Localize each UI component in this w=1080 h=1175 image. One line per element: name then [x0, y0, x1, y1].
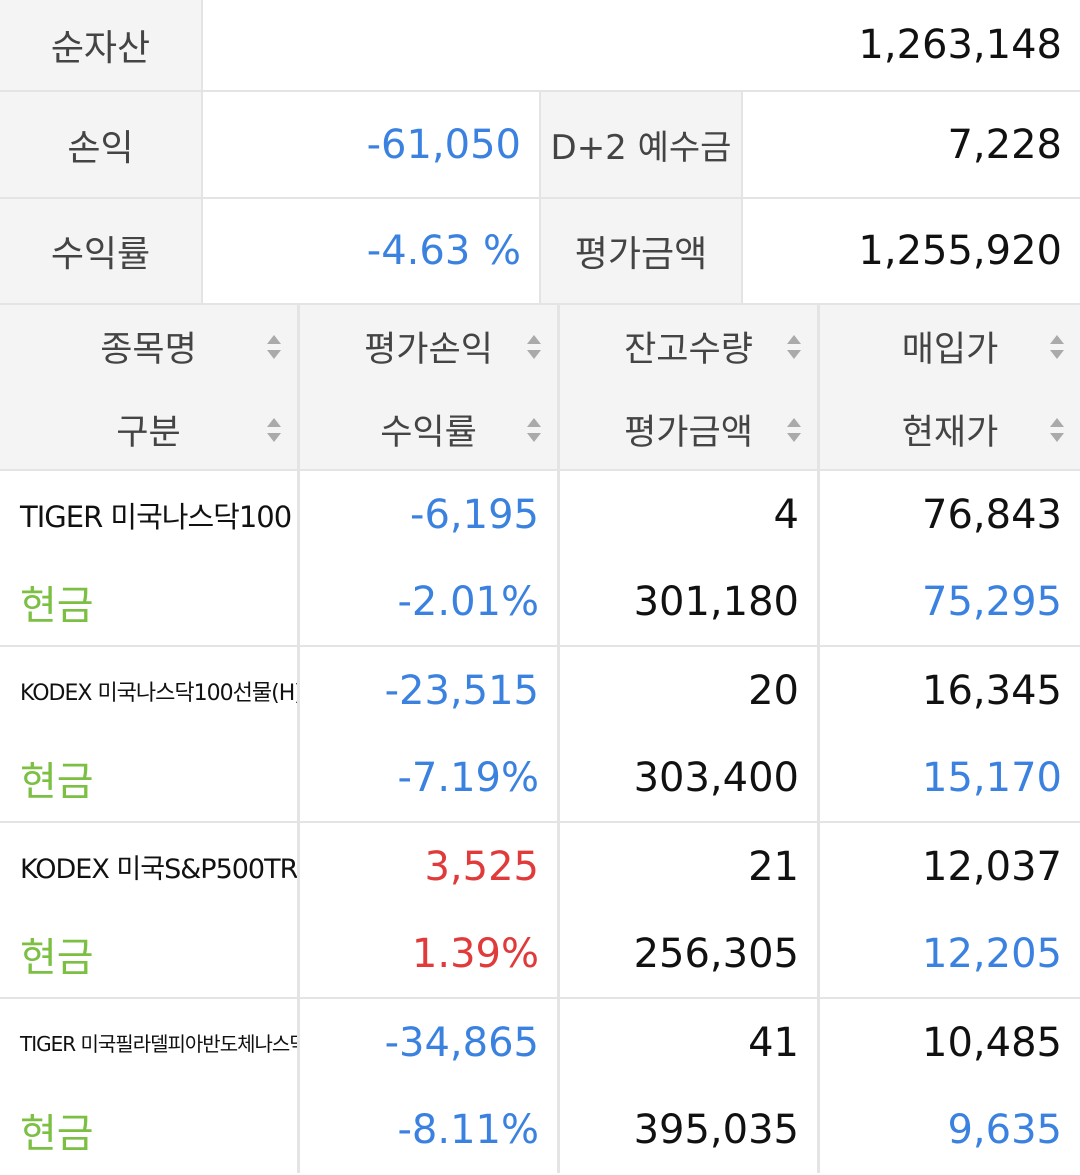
header-eval-pl[interactable]: 평가손익 — [300, 305, 557, 388]
header-return-rate[interactable]: 수익률 — [300, 388, 557, 471]
row-price-col: 12,037 12,205 — [820, 823, 1080, 997]
type-tag: 현금 — [20, 1110, 94, 1157]
header-type[interactable]: 구분 — [0, 388, 297, 471]
row-qty-col: 21 256,305 — [560, 823, 820, 997]
quantity: 21 — [748, 843, 799, 890]
row-pl-col: -34,865 -8.11% — [300, 999, 560, 1173]
type-tag: 현금 — [20, 934, 94, 981]
net-assets-row: 순자산 1,263,148 — [0, 0, 1080, 92]
current-price: 12,205 — [922, 930, 1062, 977]
return-value: -4.63 % — [203, 199, 541, 305]
header-type-label: 구분 — [116, 413, 181, 453]
eval-amount: 256,305 — [633, 930, 799, 977]
deposit-label: D+2 예수금 — [541, 92, 743, 199]
header-name[interactable]: 종목명 — [0, 305, 297, 388]
row-price-col: 76,843 75,295 — [820, 471, 1080, 645]
type-tag: 현금 — [20, 758, 94, 805]
return-label: 수익률 — [0, 199, 203, 305]
buy-price: 10,485 — [922, 1019, 1062, 1066]
stock-name: KODEX 미국S&P500TR — [20, 854, 297, 885]
header-eval-amount[interactable]: 평가금액 — [560, 388, 817, 471]
table-row[interactable]: TIGER 미국필라델피아반도체나스닥 현금 -34,865 -8.11% 41… — [0, 999, 1080, 1175]
header-current-price[interactable]: 현재가 — [820, 388, 1080, 471]
sort-icon[interactable] — [267, 334, 281, 359]
row-price-col: 16,345 15,170 — [820, 647, 1080, 821]
table-row[interactable]: TIGER 미국나스닥100 현금 -6,195 -2.01% 4 301,18… — [0, 471, 1080, 647]
buy-price: 12,037 — [922, 843, 1062, 890]
return-rate: -7.19% — [397, 754, 539, 801]
row-name-col: KODEX 미국S&P500TR 현금 — [0, 823, 300, 997]
header-eval-amount-label: 평가금액 — [624, 413, 753, 453]
row-qty-col: 41 395,035 — [560, 999, 820, 1173]
sort-icon[interactable] — [787, 334, 801, 359]
header-name-label: 종목명 — [100, 330, 197, 370]
type-tag: 현금 — [20, 582, 94, 629]
row-name-col: TIGER 미국필라델피아반도체나스닥 현금 — [0, 999, 300, 1173]
current-price: 15,170 — [922, 754, 1062, 801]
row-qty-col: 4 301,180 — [560, 471, 820, 645]
sort-icon[interactable] — [1050, 334, 1064, 359]
stock-name: TIGER 미국나스닥100 — [20, 499, 292, 534]
eval-pl: -23,515 — [384, 667, 539, 714]
header-col-pl: 평가손익 수익률 — [300, 305, 560, 471]
header-quantity-label: 잔고수량 — [624, 330, 753, 370]
return-rate: -8.11% — [397, 1106, 539, 1153]
header-current-price-label: 현재가 — [901, 413, 999, 453]
buy-price: 16,345 — [922, 667, 1062, 714]
header-return-rate-label: 수익률 — [380, 413, 477, 453]
current-price: 75,295 — [922, 578, 1062, 625]
row-pl-col: 3,525 1.39% — [300, 823, 560, 997]
row-qty-col: 20 303,400 — [560, 647, 820, 821]
sort-icon[interactable] — [527, 417, 541, 442]
sort-icon[interactable] — [1050, 417, 1064, 442]
return-row: 수익률 -4.63 % 평가금액 1,255,920 — [0, 199, 1080, 305]
eval-amount: 301,180 — [633, 578, 799, 625]
quantity: 20 — [748, 667, 799, 714]
deposit-value: 7,228 — [743, 92, 1080, 199]
header-col-price: 매입가 현재가 — [820, 305, 1080, 471]
table-row[interactable]: KODEX 미국S&P500TR 현금 3,525 1.39% 21 256,3… — [0, 823, 1080, 999]
current-price: 9,635 — [947, 1106, 1062, 1153]
header-col-qty: 잔고수량 평가금액 — [560, 305, 820, 471]
header-buy-price-label: 매입가 — [901, 330, 999, 370]
eval-amount: 395,035 — [633, 1106, 799, 1153]
eval-value: 1,255,920 — [743, 199, 1080, 305]
stock-name: KODEX 미국나스닥100선물(H) — [20, 680, 297, 706]
header-col-name: 종목명 구분 — [0, 305, 300, 471]
eval-label: 평가금액 — [541, 199, 743, 305]
row-pl-col: -6,195 -2.01% — [300, 471, 560, 645]
row-pl-col: -23,515 -7.19% — [300, 647, 560, 821]
header-quantity[interactable]: 잔고수량 — [560, 305, 817, 388]
sort-icon[interactable] — [527, 334, 541, 359]
header-buy-price[interactable]: 매입가 — [820, 305, 1080, 388]
buy-price: 76,843 — [922, 491, 1062, 538]
stock-name: TIGER 미국필라델피아반도체나스닥 — [20, 1032, 297, 1056]
row-name-col: KODEX 미국나스닥100선물(H) 현금 — [0, 647, 300, 821]
pl-label: 손익 — [0, 92, 203, 199]
pl-value: -61,050 — [203, 92, 541, 199]
quantity: 41 — [748, 1019, 799, 1066]
row-name-col: TIGER 미국나스닥100 현금 — [0, 471, 300, 645]
header-eval-pl-label: 평가손익 — [364, 330, 493, 370]
eval-pl: -6,195 — [410, 491, 539, 538]
table-row[interactable]: KODEX 미국나스닥100선물(H) 현금 -23,515 -7.19% 20… — [0, 647, 1080, 823]
return-rate: 1.39% — [411, 930, 539, 977]
eval-pl: -34,865 — [384, 1019, 539, 1066]
net-assets-label: 순자산 — [0, 0, 203, 92]
sort-icon[interactable] — [787, 417, 801, 442]
net-assets-value: 1,263,148 — [203, 0, 1080, 92]
row-price-col: 10,485 9,635 — [820, 999, 1080, 1173]
eval-pl: 3,525 — [424, 843, 539, 890]
sort-icon[interactable] — [267, 417, 281, 442]
quantity: 4 — [773, 491, 799, 538]
return-rate: -2.01% — [397, 578, 539, 625]
holdings-table-header: 종목명 구분 평가손익 수익률 잔고수량 평가금액 매입가 현재가 — [0, 305, 1080, 471]
eval-amount: 303,400 — [633, 754, 799, 801]
pl-row: 손익 -61,050 D+2 예수금 7,228 — [0, 92, 1080, 199]
